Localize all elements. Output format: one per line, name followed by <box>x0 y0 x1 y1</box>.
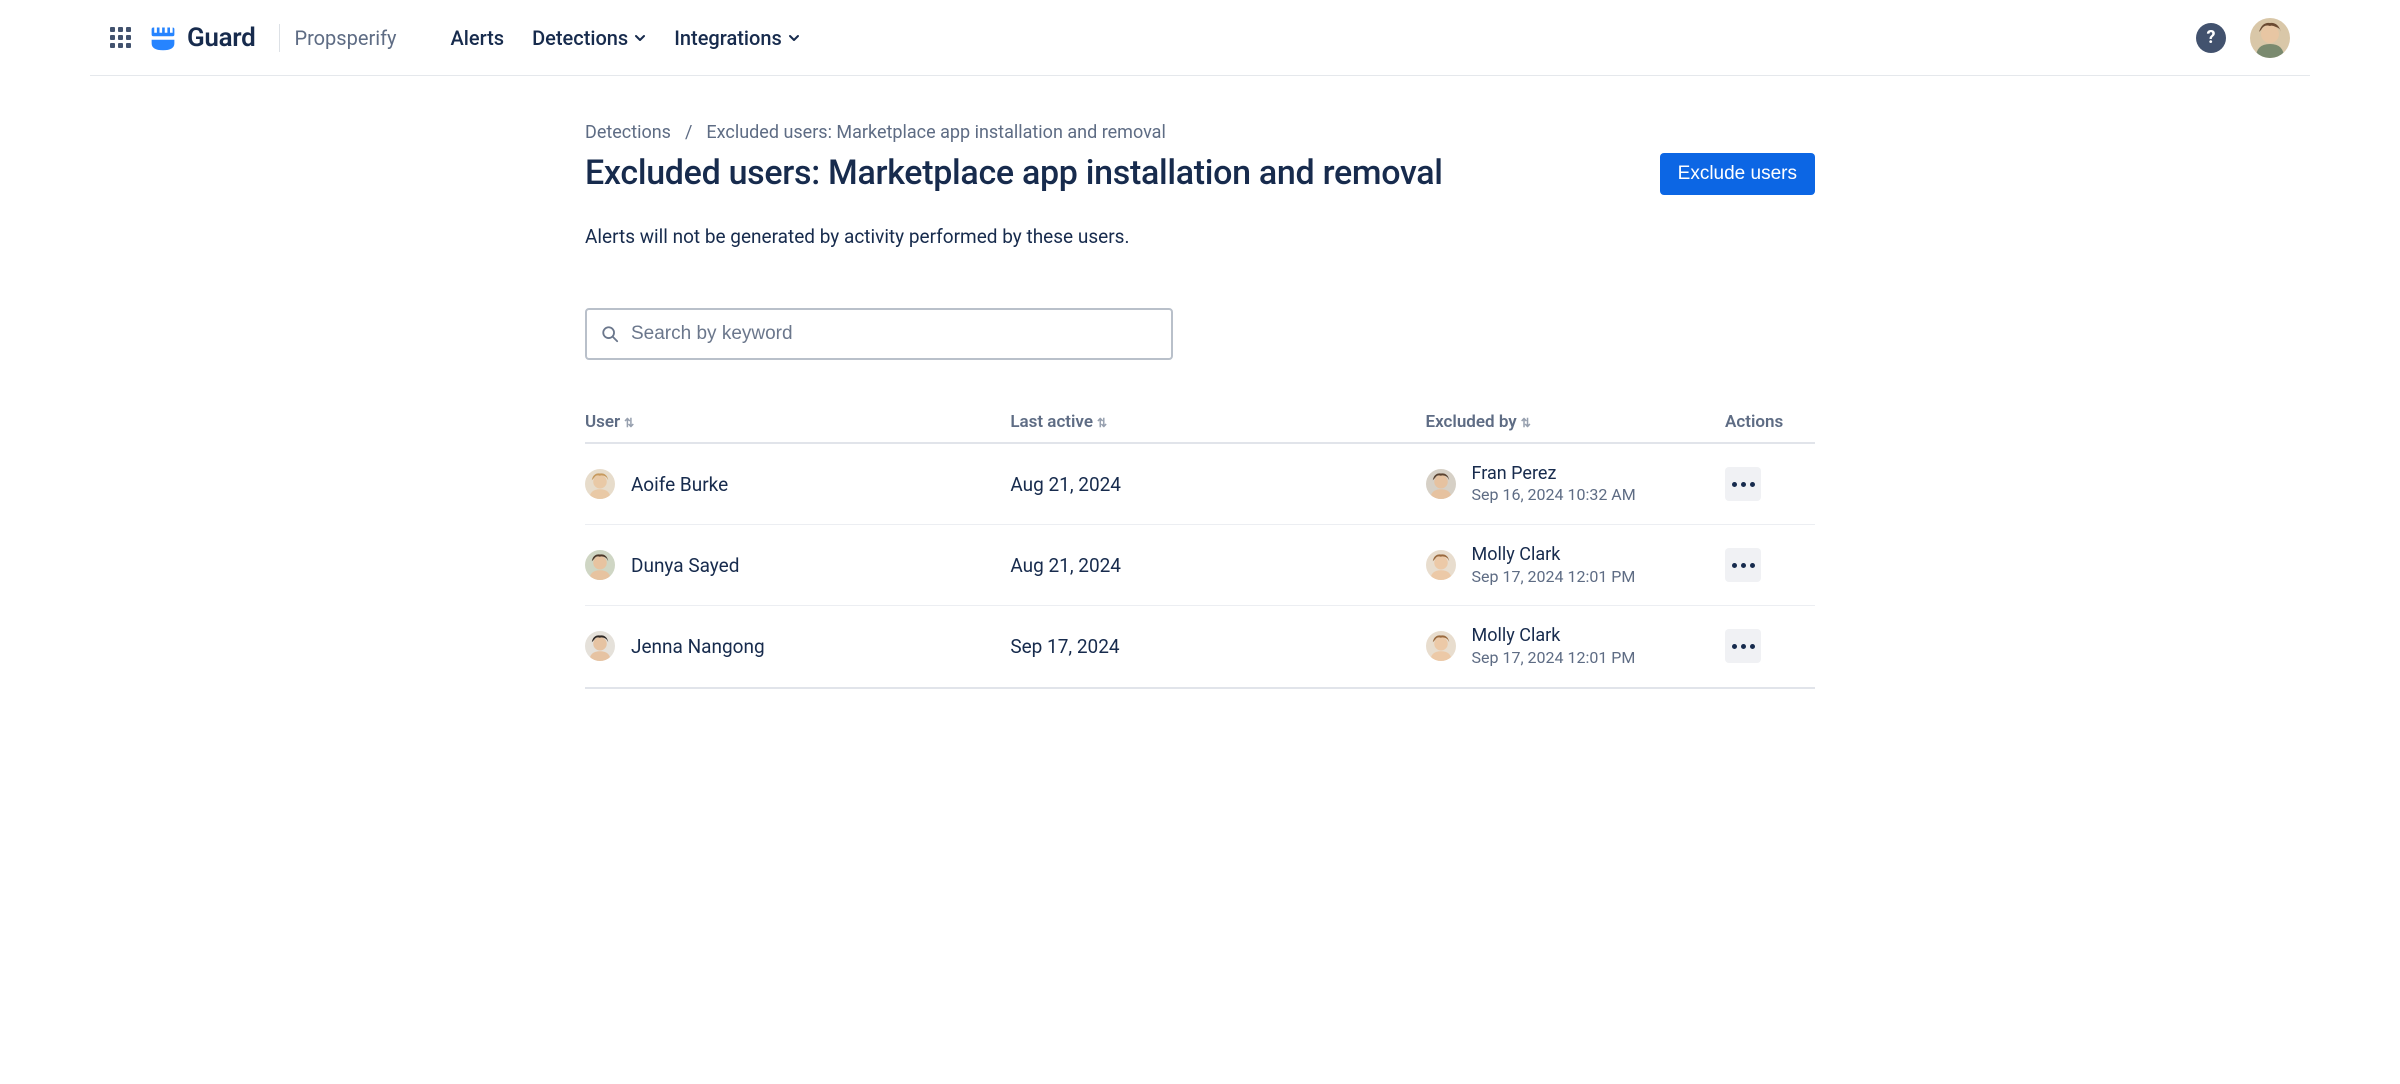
page-content: Detections / Excluded users: Marketplace… <box>585 76 1815 689</box>
profile-avatar[interactable] <box>2250 18 2290 58</box>
nav-alerts-label: Alerts <box>451 26 505 50</box>
breadcrumb-separator: / <box>685 122 692 143</box>
nav-integrations-label: Integrations <box>674 26 782 50</box>
column-header-user[interactable]: User ⇅ <box>585 402 1010 443</box>
last-active: Aug 21, 2024 <box>1010 554 1121 577</box>
excluded-by-text: Fran Perez Sep 16, 2024 10:32 AM <box>1472 462 1636 506</box>
breadcrumb-current: Excluded users: Marketplace app installa… <box>706 122 1165 143</box>
more-icon <box>1732 563 1755 568</box>
breadcrumb: Detections / Excluded users: Marketplace… <box>585 122 1815 143</box>
excluded-by-text: Molly Clark Sep 17, 2024 12:01 PM <box>1472 624 1636 668</box>
breadcrumb-root[interactable]: Detections <box>585 122 671 143</box>
main-nav: Alerts Detections Integrations <box>451 26 800 50</box>
excluded-by-name: Fran Perez <box>1472 462 1636 485</box>
row-actions-button[interactable] <box>1725 467 1761 501</box>
product-name: Guard <box>187 23 255 53</box>
col-last-label: Last active <box>1010 412 1093 432</box>
exclude-users-button[interactable]: Exclude users <box>1660 153 1815 195</box>
excluded-by-cell: Molly Clark Sep 17, 2024 12:01 PM <box>1426 624 1726 668</box>
column-header-excluded-by[interactable]: Excluded by ⇅ <box>1426 402 1726 443</box>
excluded-by-avatar[interactable] <box>1426 631 1456 661</box>
user-name: Jenna Nangong <box>631 635 765 658</box>
excluded-by-name: Molly Clark <box>1472 543 1636 566</box>
sort-icon: ⇅ <box>624 416 634 430</box>
top-navigation: Guard Propsperify Alerts Detections Inte… <box>90 0 2310 76</box>
user-cell: Aoife Burke <box>585 469 1010 499</box>
user-name: Dunya Sayed <box>631 554 739 577</box>
search-input[interactable] <box>631 323 1157 345</box>
search-icon <box>601 325 619 343</box>
avatar-image <box>585 469 615 499</box>
user-avatar[interactable] <box>585 469 615 499</box>
topbar-right: ? <box>2196 18 2290 58</box>
avatar-image <box>585 631 615 661</box>
excluded-by-timestamp: Sep 17, 2024 12:01 PM <box>1472 567 1636 588</box>
row-actions-button[interactable] <box>1725 629 1761 663</box>
excluded-by-timestamp: Sep 16, 2024 10:32 AM <box>1472 485 1636 506</box>
product-logo[interactable]: Guard <box>149 23 255 53</box>
user-name: Aoife Burke <box>631 473 728 496</box>
app-switcher-icon[interactable] <box>110 27 131 48</box>
more-icon <box>1732 644 1755 649</box>
help-icon[interactable]: ? <box>2196 23 2226 53</box>
guard-shield-icon <box>149 24 177 52</box>
last-active: Sep 17, 2024 <box>1010 635 1119 658</box>
topbar-left: Guard Propsperify Alerts Detections Inte… <box>110 23 800 53</box>
user-avatar[interactable] <box>585 550 615 580</box>
nav-integrations[interactable]: Integrations <box>674 26 800 50</box>
page-header: Excluded users: Marketplace app installa… <box>585 153 1815 195</box>
page-title: Excluded users: Marketplace app installa… <box>585 153 1443 194</box>
chevron-down-icon <box>788 32 800 44</box>
user-avatar[interactable] <box>585 631 615 661</box>
avatar-image <box>2250 18 2290 58</box>
user-cell: Dunya Sayed <box>585 550 1010 580</box>
col-act-label: Actions <box>1725 412 1783 432</box>
sort-icon: ⇅ <box>1521 416 1531 430</box>
column-header-actions: Actions <box>1725 402 1815 443</box>
table-row: Aoife Burke Aug 21, 2024 Fran Perez Sep … <box>585 443 1815 525</box>
table-row: Jenna Nangong Sep 17, 2024 Molly Clark S… <box>585 606 1815 688</box>
avatar-image <box>1426 469 1456 499</box>
nav-alerts[interactable]: Alerts <box>451 26 505 50</box>
excluded-by-avatar[interactable] <box>1426 469 1456 499</box>
sort-icon: ⇅ <box>1097 416 1107 430</box>
org-name[interactable]: Propsperify <box>279 24 396 52</box>
column-header-last-active[interactable]: Last active ⇅ <box>1010 402 1425 443</box>
user-cell: Jenna Nangong <box>585 631 1010 661</box>
last-active: Aug 21, 2024 <box>1010 473 1121 496</box>
nav-detections[interactable]: Detections <box>532 26 646 50</box>
row-actions-button[interactable] <box>1725 548 1761 582</box>
table-row: Dunya Sayed Aug 21, 2024 Molly Clark Sep… <box>585 525 1815 606</box>
excluded-by-timestamp: Sep 17, 2024 12:01 PM <box>1472 648 1636 669</box>
avatar-image <box>585 550 615 580</box>
excluded-by-cell: Fran Perez Sep 16, 2024 10:32 AM <box>1426 462 1726 506</box>
avatar-image <box>1426 550 1456 580</box>
excluded-by-text: Molly Clark Sep 17, 2024 12:01 PM <box>1472 543 1636 587</box>
chevron-down-icon <box>634 32 646 44</box>
more-icon <box>1732 482 1755 487</box>
nav-detections-label: Detections <box>532 26 628 50</box>
page-description: Alerts will not be generated by activity… <box>585 225 1815 248</box>
excluded-by-cell: Molly Clark Sep 17, 2024 12:01 PM <box>1426 543 1726 587</box>
search-field[interactable] <box>585 308 1173 360</box>
col-excl-label: Excluded by <box>1426 412 1517 432</box>
excluded-users-table: User ⇅ Last active ⇅ Excluded by ⇅ Actions <box>585 402 1815 689</box>
col-user-label: User <box>585 412 620 432</box>
excluded-by-name: Molly Clark <box>1472 624 1636 647</box>
avatar-image <box>1426 631 1456 661</box>
excluded-by-avatar[interactable] <box>1426 550 1456 580</box>
